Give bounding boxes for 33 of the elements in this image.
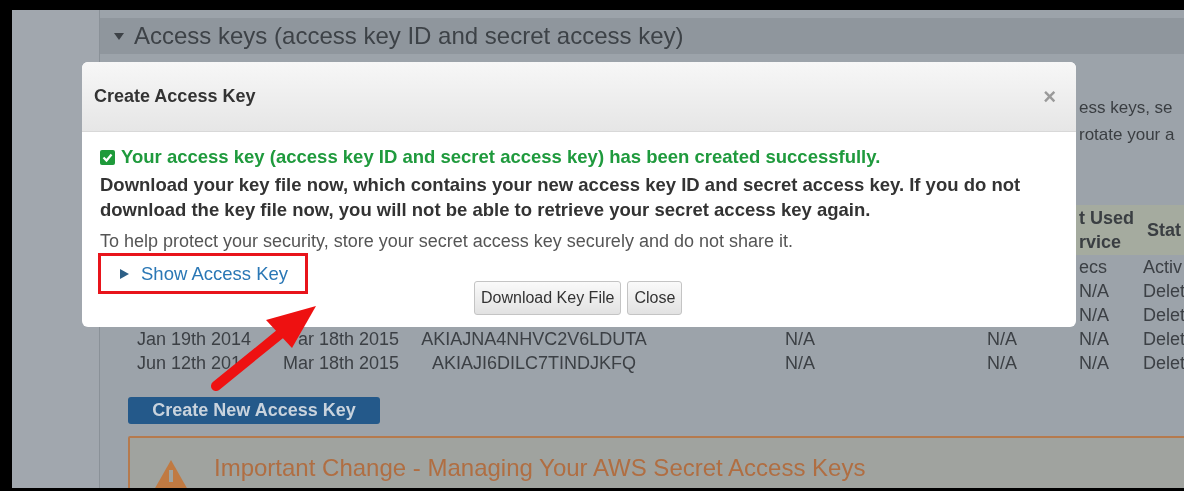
table-cell-text: ecs — [1078, 255, 1108, 279]
dialog-button[interactable]: Download Key File — [474, 281, 622, 315]
table-cell-text: N/A — [784, 327, 816, 351]
description-text: ess keys, se — [1079, 97, 1173, 119]
table-cell-text: N/A — [986, 351, 1018, 375]
notice-title: Important Change - Managing Your AWS Secret Access Keys — [214, 453, 866, 483]
table-cell-text: N/A — [784, 351, 816, 375]
table-cell-text: N/A — [1078, 279, 1110, 303]
table-cell-text: Mar 18th 2015 — [281, 351, 400, 375]
checkbox-icon — [100, 149, 115, 165]
table-cell-text: Jan 19th 2014 — [136, 327, 253, 351]
description-text: rotate your a — [1079, 124, 1175, 146]
table-cell-text: AKIAJNA4NHVC2V6LDUTA — [420, 327, 648, 351]
dialog-button[interactable]: Close — [627, 281, 683, 315]
table-cell-text: ar 18th 2015 — [296, 327, 400, 351]
show-access-key-link[interactable]: Show Access Key — [120, 263, 289, 285]
table-cell-text: N/A — [986, 327, 1018, 351]
column-header: t Used rvice — [1079, 207, 1135, 254]
security-note: To help protect your security, store your secret access key securely and do not share it. — [100, 230, 794, 253]
table-cell-text: N/A — [1078, 327, 1110, 351]
table-cell-text: N/A — [1078, 351, 1110, 375]
section-header[interactable]: Access keys (access key ID and secret access key) — [100, 18, 1184, 54]
section-title: Access keys (access key ID and secret access key) — [134, 21, 684, 51]
close-button[interactable]: × — [1043, 85, 1056, 108]
caret-icon — [114, 32, 124, 40]
table-cell-text: N/A — [1078, 303, 1110, 327]
warning-message: Download your key file now, which contains your new access key ID and secret access key. If you do not download the key file now, you will not be able to retrieve your secret access key again. — [100, 173, 1022, 222]
table-cell-text: AKIAJI6DILC7TINDJKFQ — [430, 351, 637, 375]
table-cell-text: Activ — [1142, 255, 1181, 279]
success-message: Your access key (access key ID and secret access key) has been created successfully. — [121, 146, 881, 168]
dialog-title: Create Access Key — [94, 85, 256, 108]
create-access-key-button[interactable]: Create New Access Key — [128, 397, 380, 424]
column-header: Stat — [1146, 218, 1181, 242]
